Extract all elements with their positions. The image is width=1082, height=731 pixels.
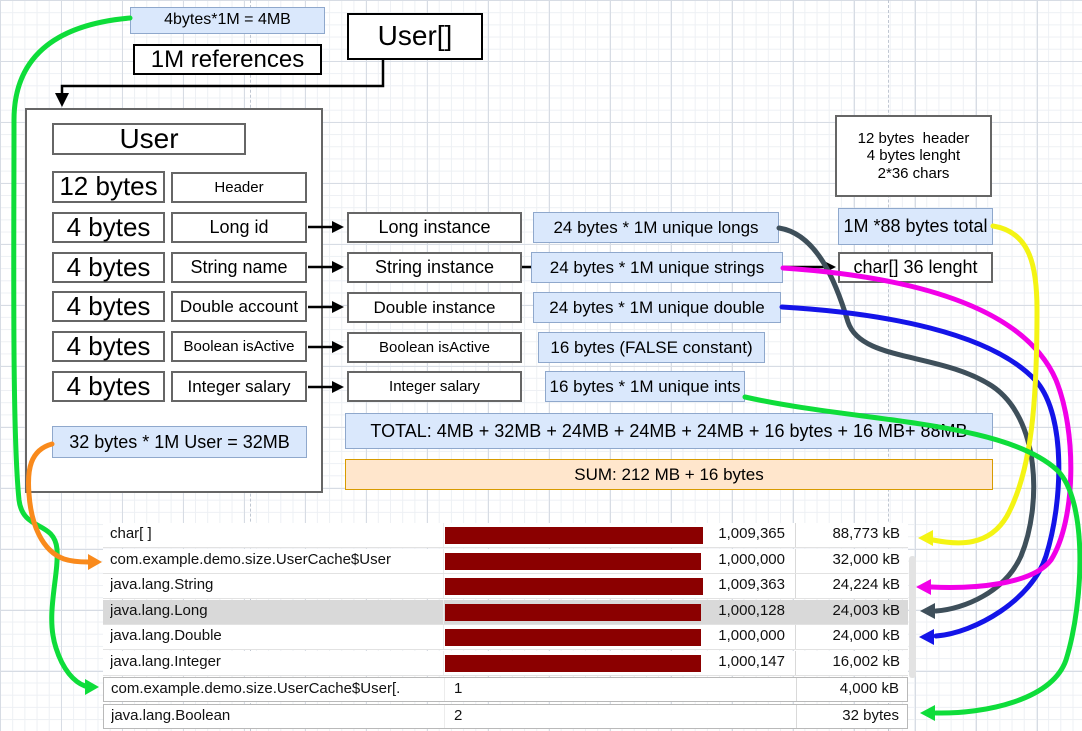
instance-count: 1,000,128 bbox=[718, 602, 785, 619]
char-array-box[interactable]: char[] 36 lenght bbox=[838, 252, 993, 283]
instance-count: 1,000,147 bbox=[718, 653, 785, 670]
field-size-double[interactable]: 4 bytes bbox=[52, 291, 165, 322]
class-name: java.lang.Long bbox=[110, 602, 208, 619]
count-bar bbox=[445, 604, 701, 621]
class-name: char[ ] bbox=[110, 525, 152, 542]
field-size-boolean[interactable]: 4 bytes bbox=[52, 331, 165, 362]
sum-box[interactable]: SUM: 212 MB + 16 bytes bbox=[345, 459, 993, 490]
breakdown-line-3: 2*36 chars bbox=[878, 165, 950, 182]
char-array-breakdown-box[interactable]: 12 bytes header 4 bytes lenght 2*36 char… bbox=[835, 115, 992, 197]
size-value: 24,003 kB bbox=[832, 602, 900, 619]
instance-count: 2 bbox=[454, 707, 462, 724]
count-bar bbox=[445, 655, 701, 672]
instance-double[interactable]: Double instance bbox=[347, 292, 522, 323]
instance-string[interactable]: String instance bbox=[347, 252, 522, 283]
references-size-box[interactable]: 4bytes*1M = 4MB bbox=[130, 7, 325, 34]
instance-integer[interactable]: Integer salary bbox=[347, 371, 522, 402]
field-name-double[interactable]: Double account bbox=[171, 291, 307, 322]
user-array-box[interactable]: User[] bbox=[347, 13, 483, 60]
references-count-box[interactable]: 1M references bbox=[133, 44, 322, 75]
note-ints[interactable]: 16 bytes * 1M unique ints bbox=[545, 371, 745, 402]
table-row-integer[interactable]: java.lang.Integer 1,000,147 16,002 kB bbox=[103, 651, 908, 676]
instance-count: 1,000,000 bbox=[718, 627, 785, 644]
note-doubles[interactable]: 24 bytes * 1M unique double bbox=[533, 292, 781, 323]
table-row-double[interactable]: java.lang.Double 1,000,000 24,000 kB bbox=[103, 625, 908, 650]
count-bar bbox=[445, 553, 701, 570]
field-name-long[interactable]: Long id bbox=[171, 212, 307, 243]
char-array-total-box[interactable]: 1M *88 bytes total bbox=[838, 208, 993, 245]
class-name: java.lang.String bbox=[110, 576, 213, 593]
breakdown-line-1: 12 bytes header bbox=[858, 130, 970, 147]
user-title-box[interactable]: User bbox=[52, 123, 246, 155]
size-value: 24,000 kB bbox=[832, 627, 900, 644]
field-name-string[interactable]: String name bbox=[171, 252, 307, 283]
arrowhead-down bbox=[55, 93, 69, 107]
size-value: 32,000 kB bbox=[832, 551, 900, 568]
instance-count: 1,009,365 bbox=[718, 525, 785, 542]
instance-boolean[interactable]: Boolean isActive bbox=[347, 332, 522, 363]
field-name-integer[interactable]: Integer salary bbox=[171, 371, 307, 402]
user-footprint-box[interactable]: 32 bytes * 1M User = 32MB bbox=[52, 426, 307, 458]
table-scrollbar[interactable] bbox=[909, 556, 916, 678]
profiler-table[interactable]: char[ ] 1,009,365 88,773 kB com.example.… bbox=[103, 523, 908, 730]
table-row-user-array[interactable]: com.example.demo.size.UserCache$User[. 1… bbox=[103, 677, 908, 702]
size-value: 4,000 kB bbox=[840, 680, 899, 697]
field-size-header[interactable]: 12 bytes bbox=[52, 171, 165, 203]
table-row-char-array[interactable]: char[ ] 1,009,365 88,773 kB bbox=[103, 523, 908, 548]
note-boolean[interactable]: 16 bytes (FALSE constant) bbox=[538, 332, 765, 363]
size-value: 24,224 kB bbox=[832, 576, 900, 593]
instance-long[interactable]: Long instance bbox=[347, 212, 522, 243]
class-name: java.lang.Integer bbox=[110, 653, 221, 670]
class-name: java.lang.Double bbox=[110, 627, 222, 644]
breakdown-line-2: 4 bytes lenght bbox=[867, 147, 960, 164]
field-size-string[interactable]: 4 bytes bbox=[52, 252, 165, 283]
table-row-boolean[interactable]: java.lang.Boolean 2 32 bytes bbox=[103, 704, 908, 729]
field-size-integer[interactable]: 4 bytes bbox=[52, 371, 165, 402]
diagram-canvas: 4bytes*1M = 4MB 1M references User[] Use… bbox=[0, 0, 1082, 731]
total-box[interactable]: TOTAL: 4MB + 32MB + 24MB + 24MB + 24MB +… bbox=[345, 413, 993, 449]
count-bar bbox=[445, 629, 701, 646]
field-name-header[interactable]: Header bbox=[171, 172, 307, 203]
size-value: 88,773 kB bbox=[832, 525, 900, 542]
note-strings[interactable]: 24 bytes * 1M unique strings bbox=[531, 252, 783, 283]
class-name: com.example.demo.size.UserCache$User bbox=[110, 551, 391, 568]
field-name-boolean[interactable]: Boolean isActive bbox=[171, 331, 307, 362]
class-name: java.lang.Boolean bbox=[111, 707, 230, 724]
instance-count: 1,009,363 bbox=[718, 576, 785, 593]
size-value: 16,002 kB bbox=[832, 653, 900, 670]
instance-count: 1 bbox=[454, 680, 462, 697]
table-row-string[interactable]: java.lang.String 1,009,363 24,224 kB bbox=[103, 574, 908, 599]
table-row-user[interactable]: com.example.demo.size.UserCache$User 1,0… bbox=[103, 549, 908, 574]
count-bar bbox=[445, 578, 703, 595]
count-bar bbox=[445, 527, 703, 544]
note-longs[interactable]: 24 bytes * 1M unique longs bbox=[533, 212, 779, 243]
instance-count: 1,000,000 bbox=[718, 551, 785, 568]
table-row-long-selected[interactable]: java.lang.Long 1,000,128 24,003 kB bbox=[103, 600, 908, 625]
field-size-long[interactable]: 4 bytes bbox=[52, 212, 165, 243]
size-value: 32 bytes bbox=[842, 707, 899, 724]
class-name: com.example.demo.size.UserCache$User[. bbox=[111, 680, 400, 697]
